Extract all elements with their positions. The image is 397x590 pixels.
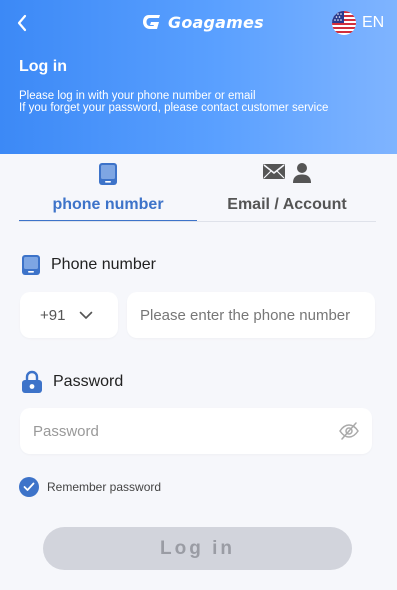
login-button[interactable]: Log in	[43, 527, 352, 570]
password-label: Password	[21, 370, 123, 394]
remember-password-label: Remember password	[47, 480, 162, 494]
password-label-text: Password	[53, 373, 124, 390]
user-icon	[293, 163, 311, 183]
language-label: EN	[362, 14, 385, 31]
phone-number-input[interactable]	[127, 292, 375, 338]
chevron-left-icon	[17, 14, 27, 32]
logo-icon	[143, 15, 160, 29]
check-icon	[23, 482, 35, 491]
tab-email-account-label: Email / Account	[227, 196, 347, 213]
brand-name: Goagames	[168, 12, 264, 32]
phone-icon	[99, 163, 117, 185]
phone-number-label-text: Phone number	[51, 256, 156, 273]
eye-off-icon[interactable]	[338, 420, 360, 442]
brand-logo: Goagames	[140, 10, 264, 34]
tab-phone-number[interactable]: phone number	[19, 158, 197, 222]
subtitle-line-2: If you forget your password, please cont…	[19, 102, 329, 114]
login-method-tabs: phone number Email / Account	[19, 158, 376, 222]
tab-email-account[interactable]: Email / Account	[198, 158, 376, 222]
phone-icon	[22, 255, 40, 275]
tab-phone-number-label: phone number	[52, 196, 164, 213]
password-input[interactable]	[20, 408, 320, 454]
back-button[interactable]	[10, 10, 34, 36]
country-code-value: +91	[40, 306, 66, 324]
chevron-down-icon	[80, 311, 93, 319]
lock-icon	[22, 370, 42, 393]
page-title: Log in	[19, 58, 67, 75]
password-field	[20, 408, 372, 454]
country-code-select[interactable]: +91	[20, 292, 118, 338]
us-flag-icon	[332, 11, 356, 35]
remember-password[interactable]: Remember password	[19, 477, 161, 497]
header: Goagames EN Log in Please log in with yo…	[0, 0, 397, 154]
remember-checkbox[interactable]	[19, 477, 39, 497]
mail-icon	[263, 164, 285, 179]
phone-number-label: Phone number	[21, 254, 156, 276]
language-selector[interactable]: EN	[332, 10, 384, 36]
tabs-divider	[19, 221, 376, 222]
